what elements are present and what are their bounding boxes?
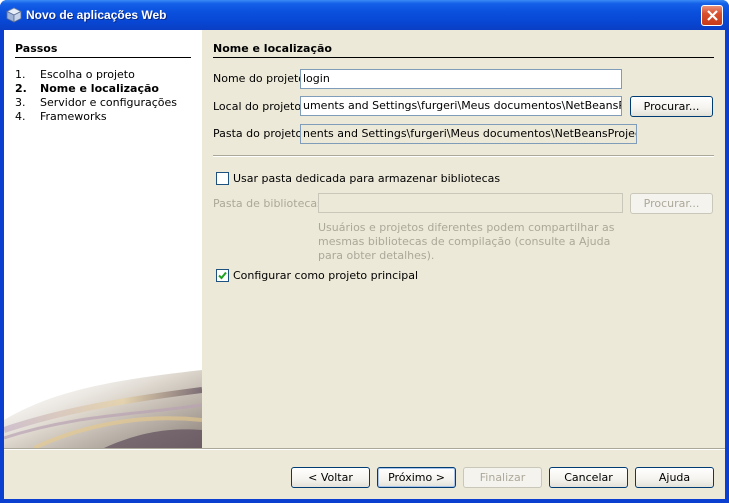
libraries-folder-input[interactable] — [318, 193, 623, 213]
window-frame-bottom — [0, 499, 729, 503]
form-panel: Nome e localização Nome do projeto: logi… — [202, 30, 725, 448]
finish-button[interactable]: Finalizar — [463, 467, 542, 488]
step-label: Servidor e configurações — [40, 96, 178, 109]
steps-divider — [15, 57, 191, 58]
window-title: Novo de aplicações Web — [26, 8, 167, 22]
section-divider — [213, 57, 714, 58]
dedicated-folder-label[interactable]: Usar pasta dedicada para armazenar bibli… — [233, 172, 500, 185]
project-name-label: Nome do projeto: — [213, 72, 309, 85]
section-title: Nome e localização — [213, 42, 332, 55]
project-location-label: Local do projeto: — [213, 100, 305, 113]
project-folder-value: nents and Settings\furgeri\Meus document… — [303, 127, 636, 140]
libraries-help-text: Usuários e projetos diferentes podem com… — [318, 221, 615, 262]
project-name-input[interactable]: login — [300, 69, 622, 89]
close-icon — [707, 10, 718, 21]
project-name-value: login — [303, 72, 330, 85]
step-number: 4. — [15, 110, 26, 123]
browse-libraries-button[interactable]: Procurar... — [630, 193, 713, 214]
title-bar[interactable]: Novo de aplicações Web — [0, 0, 729, 30]
libraries-folder-label: Pasta de bibliotecas: — [213, 197, 327, 210]
step-label: Nome e localização — [40, 82, 159, 95]
steps-title: Passos — [15, 42, 58, 55]
steps-panel: Passos 1. Escolha o projeto 2. Nome e lo… — [4, 30, 202, 448]
close-button[interactable] — [701, 5, 723, 26]
step-number: 3. — [15, 96, 26, 109]
browse-location-button[interactable]: Procurar... — [630, 96, 713, 117]
checkmark-icon — [218, 271, 227, 280]
cancel-button[interactable]: Cancelar — [549, 467, 628, 488]
dedicated-folder-checkbox[interactable] — [216, 172, 229, 185]
footer-separator — [4, 448, 725, 450]
dialog-window: Novo de aplicações Web Passos 1. Escolha… — [0, 0, 729, 503]
project-location-value: uments and Settings\furgeri\Meus documen… — [303, 99, 622, 112]
dialog-body: Passos 1. Escolha o projeto 2. Nome e lo… — [4, 30, 725, 499]
help-button[interactable]: Ajuda — [635, 467, 714, 488]
project-folder-field[interactable]: nents and Settings\furgeri\Meus document… — [300, 124, 637, 144]
back-button[interactable]: < Voltar — [291, 467, 370, 488]
project-location-input[interactable]: uments and Settings\furgeri\Meus documen… — [300, 96, 622, 116]
step-number: 2. — [15, 82, 27, 95]
netbeans-cube-icon — [6, 7, 22, 23]
main-project-label[interactable]: Configurar como projeto principal — [233, 269, 418, 282]
decorative-swirl-image — [4, 360, 202, 448]
project-folder-label: Pasta do projeto: — [213, 127, 306, 140]
next-button[interactable]: Próximo > — [377, 467, 456, 488]
separator — [213, 155, 714, 157]
main-project-checkbox[interactable] — [216, 269, 229, 282]
step-label: Escolha o projeto — [40, 68, 135, 81]
step-number: 1. — [15, 68, 26, 81]
step-label: Frameworks — [40, 110, 107, 123]
